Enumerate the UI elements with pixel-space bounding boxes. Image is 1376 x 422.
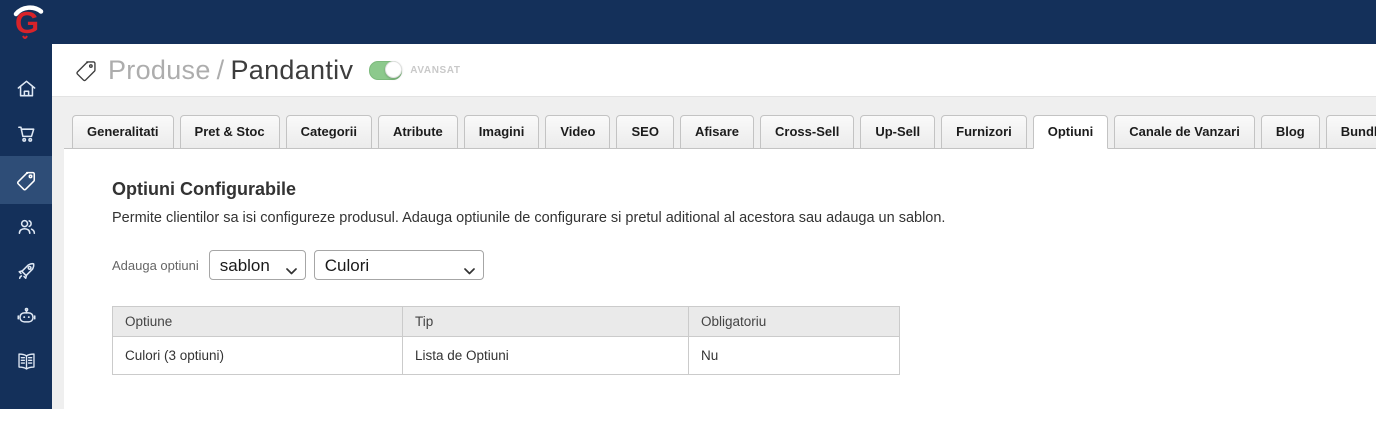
tab-afisare[interactable]: Afisare <box>679 115 755 149</box>
tab-seo[interactable]: SEO <box>616 115 674 149</box>
table-cell: Nu <box>688 336 900 375</box>
avansat-toggle[interactable] <box>369 60 403 80</box>
tag-icon <box>15 169 38 192</box>
options-table-body: Culori (3 optiuni) Lista de Optiuni Nu <box>112 336 900 375</box>
column-header-tip: Tip <box>402 306 689 337</box>
users-icon <box>15 215 38 238</box>
tab-atribute[interactable]: Atribute <box>377 115 458 149</box>
add-options-controls: Adauga optiuni sablon Culori <box>112 250 1346 280</box>
tab-up-sell[interactable]: Up-Sell <box>860 115 936 149</box>
table-cell: Lista de Optiuni <box>402 336 689 375</box>
tab-pret-stoc[interactable]: Pret & Stoc <box>179 115 280 149</box>
sidebar-item-blog[interactable] <box>0 339 52 384</box>
panel-description: Permite clientilor sa isi configureze pr… <box>112 210 946 226</box>
tab-cross-sell[interactable]: Cross-Sell <box>760 115 855 149</box>
tab-furnizori[interactable]: Furnizori <box>941 115 1027 149</box>
tab-bar: Generalitati Pret & Stoc Categorii Atribute… <box>64 115 1376 149</box>
panel-title: Optiuni Configurabile <box>112 179 296 199</box>
avansat-toggle-label: AVANSAT <box>410 64 461 76</box>
breadcrumb-current: Pandantiv <box>230 54 354 85</box>
main-area: Produse / Pandantiv AVANSAT Generalitati Pr… <box>52 44 1376 422</box>
cart-icon <box>15 122 38 145</box>
add-options-label: Adauga optiuni <box>112 257 199 273</box>
sidebar-item-tools[interactable] <box>0 396 52 409</box>
sidebar-item-marketing[interactable] <box>0 249 52 294</box>
tab-bundle[interactable]: Bundle <box>1325 115 1376 149</box>
sidebar <box>0 44 52 409</box>
tab-canale-de-vanzari[interactable]: Canale de Vanzari <box>1114 115 1255 149</box>
tab-imagini[interactable]: Imagini <box>463 115 540 149</box>
column-header-optiune: Optiune <box>112 306 403 337</box>
tag-title-icon <box>74 58 99 83</box>
template-select[interactable]: sablon <box>208 250 306 280</box>
tab-generalitati[interactable]: Generalitati <box>72 115 174 149</box>
breadcrumb-parent: Produse <box>108 54 211 85</box>
robot-icon <box>15 305 38 328</box>
tab-blog[interactable]: Blog <box>1260 115 1320 149</box>
options-table-header-row: Optiune Tip Obligatoriu <box>112 306 900 337</box>
options-table: Optiune Tip Obligatoriu Culori (3 optiun… <box>112 306 900 375</box>
tab-optiuni[interactable]: Optiuni <box>1032 115 1109 149</box>
top-bar: G <box>0 0 1376 44</box>
tabs-wrapper: Generalitati Pret & Stoc Categorii Atribute… <box>64 97 1376 422</box>
sidebar-item-customers[interactable] <box>0 204 52 249</box>
brand-logo[interactable]: G <box>9 3 47 41</box>
tab-video[interactable]: Video <box>545 115 611 149</box>
sidebar-item-products[interactable] <box>0 156 52 204</box>
tab-categorii[interactable]: Categorii <box>285 115 372 149</box>
sidebar-item-assistant[interactable] <box>0 294 52 339</box>
column-header-obligatoriu: Obligatoriu <box>688 306 900 337</box>
option-select[interactable]: Culori <box>313 250 484 280</box>
rocket-icon <box>15 260 38 283</box>
sidebar-item-home[interactable] <box>0 66 52 111</box>
table-cell: Culori (3 optiuni) <box>112 336 403 375</box>
table-row[interactable]: Culori (3 optiuni) Lista de Optiuni Nu <box>112 336 900 375</box>
sidebar-item-orders[interactable] <box>0 111 52 156</box>
book-icon <box>15 350 38 373</box>
breadcrumb-separator: / <box>216 54 225 85</box>
avansat-toggle-knob <box>385 60 403 78</box>
brand-logo-icon: G <box>13 5 44 40</box>
tab-content-panel: Optiuni Configurabile Permite clientilor… <box>64 149 1376 422</box>
page-title: Produse / Pandantiv <box>108 55 353 86</box>
home-icon <box>15 77 38 100</box>
page-header: Produse / Pandantiv AVANSAT <box>52 44 1376 97</box>
